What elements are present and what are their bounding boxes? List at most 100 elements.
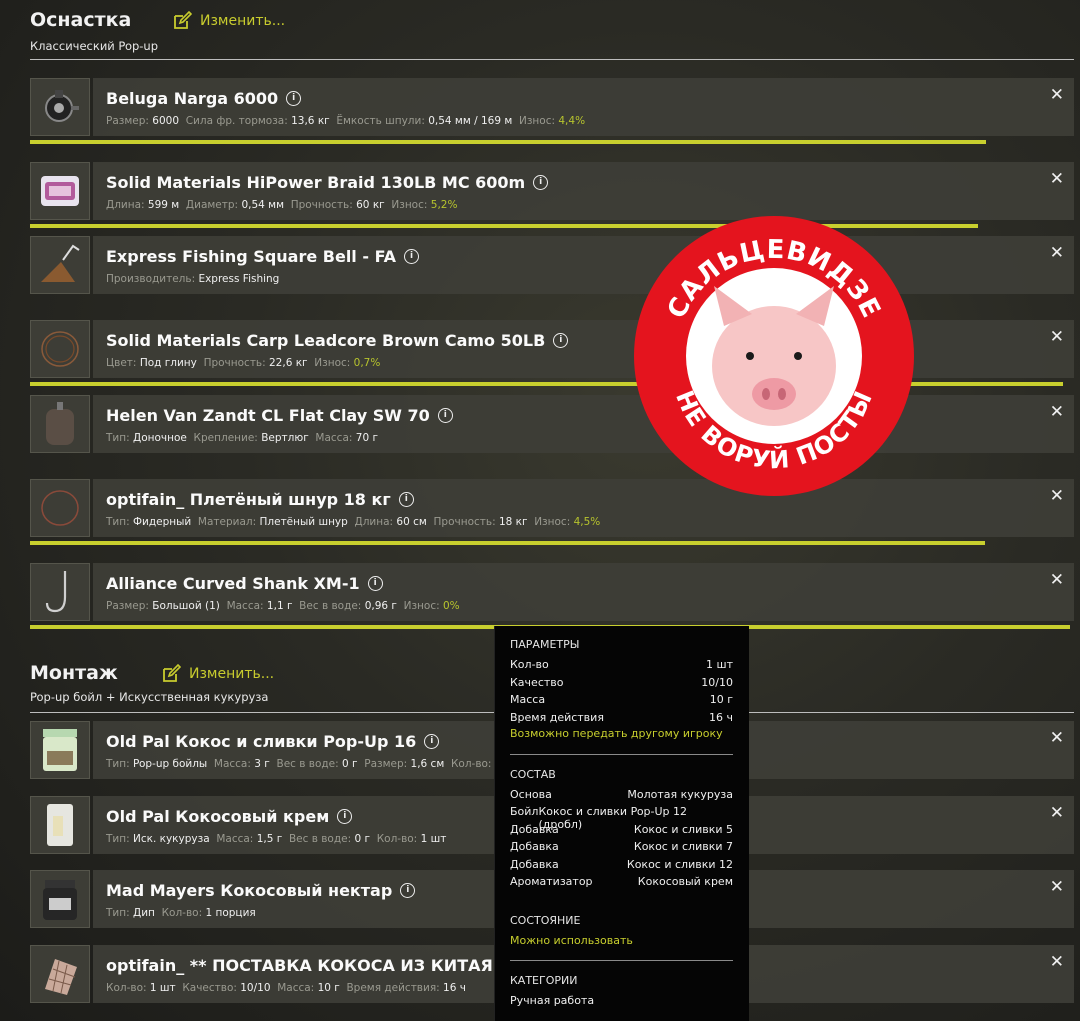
stat-value: 1 шт [149, 982, 176, 994]
remove-item-button[interactable]: ✕ [1050, 803, 1064, 823]
item-stats: Производитель: Express Fishing [106, 273, 279, 285]
edit-icon [174, 11, 192, 29]
stat-label: Вес в воде: [276, 758, 339, 770]
remove-item-button[interactable]: ✕ [1050, 952, 1064, 972]
item-panel[interactable]: Express Fishing Square Bell - FA i Произво… [93, 236, 1074, 294]
tooltip-composition-header: СОСТАВ [510, 768, 556, 781]
item-name: Solid Materials Carp Leadcore Brown Camo… [106, 331, 546, 350]
stat-value: 60 см [396, 516, 427, 528]
rig-edit-button[interactable]: Изменить... [172, 11, 285, 31]
info-icon[interactable]: i [553, 333, 569, 348]
stat-value: 1 порция [205, 907, 256, 919]
item-name-wrap: Solid Materials HiPower Braid 130LB MC 6… [106, 173, 549, 192]
montage-edit-button[interactable]: Изменить... [161, 664, 274, 684]
remove-item-button[interactable]: ✕ [1050, 486, 1064, 506]
item-row[interactable]: Beluga Narga 6000 i Размер: 6000 Сила фр. … [30, 78, 1074, 136]
item-row[interactable]: optifain_ Плетёный шнур 18 кг i Тип: Фидер… [30, 479, 1074, 537]
stat-value: Express Fishing [198, 273, 280, 285]
remove-item-button[interactable]: ✕ [1050, 877, 1064, 897]
item-row[interactable]: Solid Materials Carp Leadcore Brown Camo… [30, 320, 1074, 378]
stat-label: Масса: [315, 432, 353, 444]
stat-value: 5,2% [430, 199, 458, 211]
montage-section-title: Монтаж [30, 662, 118, 684]
stat-label: Кол-во: [450, 758, 492, 770]
info-icon[interactable]: i [398, 492, 414, 507]
tooltip-row-label: Качество [510, 675, 564, 689]
item-row[interactable]: Express Fishing Square Bell - FA i Произво… [30, 236, 1074, 294]
bell-icon [41, 244, 80, 282]
stat-label: Масса: [226, 600, 264, 612]
rig-edit-label: Изменить... [200, 13, 286, 29]
item-panel[interactable]: Alliance Curved Shank XM-1 i Размер: Больш… [93, 563, 1074, 621]
tooltip-row-label: Масса [510, 693, 546, 706]
item-thumbnail[interactable] [30, 236, 90, 294]
item-panel[interactable]: optifain_ Плетёный шнур 18 кг i Тип: Фидер… [93, 479, 1074, 537]
remove-item-button[interactable]: ✕ [1050, 570, 1064, 590]
boilie-jar-icon [43, 729, 77, 771]
item-thumbnail[interactable] [30, 78, 90, 136]
item-thumbnail[interactable] [30, 721, 90, 779]
item-panel[interactable]: Solid Materials HiPower Braid 130LB MC 6… [93, 162, 1074, 220]
item-thumbnail[interactable] [30, 162, 90, 220]
item-panel[interactable]: Solid Materials Carp Leadcore Brown Camo… [93, 320, 1074, 378]
item-row[interactable]: Helen Van Zandt CL Flat Clay SW 70 i Тип: … [30, 395, 1074, 453]
remove-item-button[interactable]: ✕ [1050, 402, 1064, 422]
item-stats: Цвет: Под глину Прочность: 22,6 кг Износ… [106, 357, 380, 369]
item-thumbnail[interactable] [30, 563, 90, 621]
tooltip-row-label: Добавка [510, 857, 559, 871]
stat-value: 0,7% [353, 357, 381, 369]
stat-label: Прочность: [203, 357, 266, 369]
info-icon[interactable]: i [367, 576, 383, 591]
info-icon[interactable]: i [286, 91, 302, 106]
tooltip-row-label: Кол-во [510, 658, 549, 671]
stat-label: Износ: [391, 199, 428, 211]
tooltip-row-value: Кокос и сливки 7 [633, 840, 733, 854]
info-icon[interactable]: i [337, 809, 353, 824]
wear-bar [30, 140, 986, 144]
tooltip-params-header: ПАРАМЕТРЫ [510, 638, 580, 651]
info-icon[interactable]: i [424, 734, 440, 749]
tooltip-row-value: Кокос и сливки 12 [626, 857, 733, 871]
stat-label: Прочность: [433, 516, 496, 528]
item-thumbnail[interactable] [30, 395, 90, 453]
tooltip-categories-header: КАТЕГОРИИ [510, 974, 578, 987]
tooltip-row-value: 10 г [709, 693, 733, 706]
stat-value: 4,5% [573, 516, 601, 528]
item-thumbnail[interactable] [30, 945, 90, 1003]
item-thumbnail[interactable] [30, 320, 90, 378]
remove-item-button[interactable]: ✕ [1050, 169, 1064, 189]
rig-subtitle: Классический Pop-up [30, 39, 159, 53]
edit-icon [163, 664, 181, 682]
info-icon[interactable]: i [400, 883, 416, 898]
info-icon[interactable]: i [437, 408, 453, 423]
remove-item-button[interactable]: ✕ [1050, 327, 1064, 347]
stat-value: 599 м [147, 199, 180, 211]
stat-value: 1,6 см [410, 758, 445, 770]
item-row[interactable]: Alliance Curved Shank XM-1 i Размер: Больш… [30, 563, 1074, 621]
item-name: Alliance Curved Shank XM-1 [106, 574, 360, 593]
remove-item-button[interactable]: ✕ [1050, 243, 1064, 263]
item-name-wrap: optifain_ Плетёный шнур 18 кг i [106, 490, 414, 509]
info-icon[interactable]: i [404, 249, 420, 264]
stat-label: Тип: [106, 907, 130, 919]
item-panel[interactable]: Helen Van Zandt CL Flat Clay SW 70 i Тип: … [93, 395, 1074, 453]
stat-label: Размер: [106, 600, 149, 612]
stat-value: 60 кг [356, 199, 385, 211]
remove-item-button[interactable]: ✕ [1050, 85, 1064, 105]
item-thumbnail[interactable] [30, 479, 90, 537]
remove-item-button[interactable]: ✕ [1050, 728, 1064, 748]
stat-label: Цвет: [106, 357, 137, 369]
item-stats: Размер: 6000 Сила фр. тормоза: 13,6 кг Ё… [106, 115, 585, 127]
info-icon[interactable]: i [533, 175, 549, 190]
item-row[interactable]: Solid Materials HiPower Braid 130LB MC 6… [30, 162, 1074, 220]
hook-icon [45, 571, 67, 613]
tooltip-row-label: Добавка [510, 840, 559, 854]
stat-label: Длина: [354, 516, 394, 528]
tooltip-categories-value: Ручная работа [510, 994, 595, 1007]
stat-label: Ёмкость шпули: [336, 115, 425, 127]
item-panel[interactable]: Beluga Narga 6000 i Размер: 6000 Сила фр. … [93, 78, 1074, 136]
sinker-icon [46, 402, 74, 445]
item-stats: Тип: Иск. кукуруза Масса: 1,5 г Вес в во… [106, 833, 446, 845]
item-thumbnail[interactable] [30, 796, 90, 854]
item-thumbnail[interactable] [30, 870, 90, 928]
